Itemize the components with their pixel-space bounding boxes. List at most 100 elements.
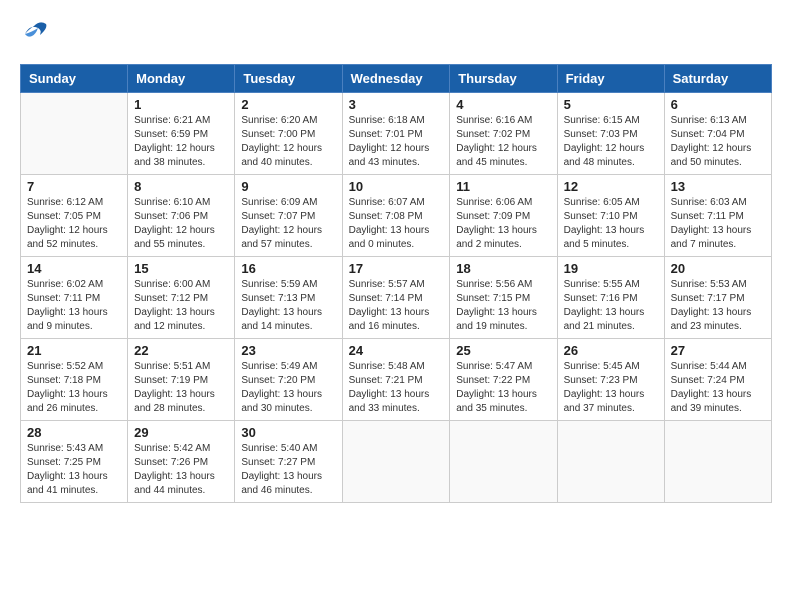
day-info: Sunrise: 5:48 AM Sunset: 7:21 PM Dayligh… bbox=[349, 360, 444, 416]
calendar-week-3: 14Sunrise: 6:02 AM Sunset: 7:11 PM Dayli… bbox=[21, 257, 772, 339]
day-number: 20 bbox=[671, 261, 765, 276]
calendar-day: 24 Sunrise: 5:48 AM Sunset: 7:21 PM Dayli… bbox=[342, 339, 450, 421]
calendar-day: 23Sunrise: 5:49 AM Sunset: 7:20 PM Dayli… bbox=[235, 339, 342, 421]
day-info: Sunrise: 6:09 AM Sunset: 7:07 PM Dayligh… bbox=[241, 196, 335, 252]
day-info: Sunrise: 5:56 AM Sunset: 7:15 PM Dayligh… bbox=[456, 278, 550, 334]
calendar-day: 18 Sunrise: 5:56 AM Sunset: 7:15 PM Dayli… bbox=[450, 257, 557, 339]
day-info: Sunrise: 6:21 AM Sunset: 6:59 PM Dayligh… bbox=[134, 114, 228, 170]
day-info: Sunrise: 5:55 AM Sunset: 7:16 PM Dayligh… bbox=[564, 278, 658, 334]
day-info: Sunrise: 5:49 AM Sunset: 7:20 PM Dayligh… bbox=[241, 360, 335, 416]
calendar-week-2: 7 Sunrise: 6:12 AM Sunset: 7:05 PM Daylig… bbox=[21, 175, 772, 257]
day-info: Sunrise: 5:57 AM Sunset: 7:14 PM Dayligh… bbox=[349, 278, 444, 334]
calendar-day: 10 Sunrise: 6:07 AM Sunset: 7:08 PM Dayli… bbox=[342, 175, 450, 257]
calendar-day: 27 Sunrise: 5:44 AM Sunset: 7:24 PM Dayli… bbox=[664, 339, 771, 421]
day-info: Sunrise: 6:15 AM Sunset: 7:03 PM Dayligh… bbox=[564, 114, 658, 170]
column-header-friday: Friday bbox=[557, 65, 664, 93]
day-info: Sunrise: 5:52 AM Sunset: 7:18 PM Dayligh… bbox=[27, 360, 121, 416]
logo-icon bbox=[20, 20, 50, 48]
calendar-day: 17 Sunrise: 5:57 AM Sunset: 7:14 PM Dayli… bbox=[342, 257, 450, 339]
calendar-day: 5 Sunrise: 6:15 AM Sunset: 7:03 PM Daylig… bbox=[557, 93, 664, 175]
day-info: Sunrise: 5:44 AM Sunset: 7:24 PM Dayligh… bbox=[671, 360, 765, 416]
day-number: 11 bbox=[456, 179, 550, 194]
calendar-day bbox=[557, 421, 664, 503]
day-number: 17 bbox=[349, 261, 444, 276]
day-info: Sunrise: 6:10 AM Sunset: 7:06 PM Dayligh… bbox=[134, 196, 228, 252]
logo bbox=[20, 20, 54, 48]
day-number: 28 bbox=[27, 425, 121, 440]
column-header-tuesday: Tuesday bbox=[235, 65, 342, 93]
calendar-day: 15 Sunrise: 6:00 AM Sunset: 7:12 PM Dayli… bbox=[128, 257, 235, 339]
day-number: 5 bbox=[564, 97, 658, 112]
calendar-day: 8 Sunrise: 6:10 AM Sunset: 7:06 PM Daylig… bbox=[128, 175, 235, 257]
calendar-day: 19Sunrise: 5:55 AM Sunset: 7:16 PM Dayli… bbox=[557, 257, 664, 339]
day-info: Sunrise: 5:51 AM Sunset: 7:19 PM Dayligh… bbox=[134, 360, 228, 416]
day-number: 24 bbox=[349, 343, 444, 358]
calendar-day: 4 Sunrise: 6:16 AM Sunset: 7:02 PM Daylig… bbox=[450, 93, 557, 175]
day-info: Sunrise: 6:02 AM Sunset: 7:11 PM Dayligh… bbox=[27, 278, 121, 334]
day-info: Sunrise: 6:03 AM Sunset: 7:11 PM Dayligh… bbox=[671, 196, 765, 252]
calendar-day: 21 Sunrise: 5:52 AM Sunset: 7:18 PM Dayli… bbox=[21, 339, 128, 421]
day-info: Sunrise: 5:43 AM Sunset: 7:25 PM Dayligh… bbox=[27, 442, 121, 498]
day-number: 22 bbox=[134, 343, 228, 358]
calendar-day bbox=[342, 421, 450, 503]
column-header-sunday: Sunday bbox=[21, 65, 128, 93]
day-number: 10 bbox=[349, 179, 444, 194]
day-number: 1 bbox=[134, 97, 228, 112]
day-info: Sunrise: 5:59 AM Sunset: 7:13 PM Dayligh… bbox=[241, 278, 335, 334]
calendar-day: 7 Sunrise: 6:12 AM Sunset: 7:05 PM Daylig… bbox=[21, 175, 128, 257]
calendar-day: 11 Sunrise: 6:06 AM Sunset: 7:09 PM Dayli… bbox=[450, 175, 557, 257]
day-number: 6 bbox=[671, 97, 765, 112]
calendar-day bbox=[664, 421, 771, 503]
calendar-day: 14Sunrise: 6:02 AM Sunset: 7:11 PM Dayli… bbox=[21, 257, 128, 339]
calendar-day bbox=[450, 421, 557, 503]
calendar-week-5: 28 Sunrise: 5:43 AM Sunset: 7:25 PM Dayli… bbox=[21, 421, 772, 503]
day-number: 4 bbox=[456, 97, 550, 112]
calendar-day: 9Sunrise: 6:09 AM Sunset: 7:07 PM Daylig… bbox=[235, 175, 342, 257]
calendar-day: 28 Sunrise: 5:43 AM Sunset: 7:25 PM Dayli… bbox=[21, 421, 128, 503]
day-info: Sunrise: 5:53 AM Sunset: 7:17 PM Dayligh… bbox=[671, 278, 765, 334]
calendar-day: 26Sunrise: 5:45 AM Sunset: 7:23 PM Dayli… bbox=[557, 339, 664, 421]
day-number: 13 bbox=[671, 179, 765, 194]
calendar-day: 16 Sunrise: 5:59 AM Sunset: 7:13 PM Dayli… bbox=[235, 257, 342, 339]
column-header-thursday: Thursday bbox=[450, 65, 557, 93]
day-info: Sunrise: 6:12 AM Sunset: 7:05 PM Dayligh… bbox=[27, 196, 121, 252]
day-info: Sunrise: 6:06 AM Sunset: 7:09 PM Dayligh… bbox=[456, 196, 550, 252]
calendar-day: 1 Sunrise: 6:21 AM Sunset: 6:59 PM Daylig… bbox=[128, 93, 235, 175]
day-info: Sunrise: 6:18 AM Sunset: 7:01 PM Dayligh… bbox=[349, 114, 444, 170]
calendar-week-4: 21 Sunrise: 5:52 AM Sunset: 7:18 PM Dayli… bbox=[21, 339, 772, 421]
calendar-day: 30 Sunrise: 5:40 AM Sunset: 7:27 PM Dayli… bbox=[235, 421, 342, 503]
column-header-wednesday: Wednesday bbox=[342, 65, 450, 93]
calendar-header-row: SundayMondayTuesdayWednesdayThursdayFrid… bbox=[21, 65, 772, 93]
day-number: 18 bbox=[456, 261, 550, 276]
day-info: Sunrise: 6:05 AM Sunset: 7:10 PM Dayligh… bbox=[564, 196, 658, 252]
day-number: 29 bbox=[134, 425, 228, 440]
day-number: 8 bbox=[134, 179, 228, 194]
calendar-day: 13 Sunrise: 6:03 AM Sunset: 7:11 PM Dayli… bbox=[664, 175, 771, 257]
calendar-day: 12Sunrise: 6:05 AM Sunset: 7:10 PM Dayli… bbox=[557, 175, 664, 257]
page-header bbox=[20, 20, 772, 48]
calendar-day: 25 Sunrise: 5:47 AM Sunset: 7:22 PM Dayli… bbox=[450, 339, 557, 421]
day-info: Sunrise: 5:47 AM Sunset: 7:22 PM Dayligh… bbox=[456, 360, 550, 416]
day-number: 30 bbox=[241, 425, 335, 440]
day-number: 25 bbox=[456, 343, 550, 358]
day-number: 7 bbox=[27, 179, 121, 194]
calendar-day: 22 Sunrise: 5:51 AM Sunset: 7:19 PM Dayli… bbox=[128, 339, 235, 421]
day-number: 3 bbox=[349, 97, 444, 112]
day-info: Sunrise: 6:07 AM Sunset: 7:08 PM Dayligh… bbox=[349, 196, 444, 252]
calendar-day bbox=[21, 93, 128, 175]
calendar-day: 3 Sunrise: 6:18 AM Sunset: 7:01 PM Daylig… bbox=[342, 93, 450, 175]
day-info: Sunrise: 6:00 AM Sunset: 7:12 PM Dayligh… bbox=[134, 278, 228, 334]
day-info: Sunrise: 6:13 AM Sunset: 7:04 PM Dayligh… bbox=[671, 114, 765, 170]
calendar-table: SundayMondayTuesdayWednesdayThursdayFrid… bbox=[20, 64, 772, 503]
day-info: Sunrise: 5:40 AM Sunset: 7:27 PM Dayligh… bbox=[241, 442, 335, 498]
calendar-day: 20 Sunrise: 5:53 AM Sunset: 7:17 PM Dayli… bbox=[664, 257, 771, 339]
column-header-monday: Monday bbox=[128, 65, 235, 93]
day-number: 21 bbox=[27, 343, 121, 358]
day-number: 27 bbox=[671, 343, 765, 358]
day-info: Sunrise: 6:20 AM Sunset: 7:00 PM Dayligh… bbox=[241, 114, 335, 170]
day-number: 15 bbox=[134, 261, 228, 276]
calendar-day: 6 Sunrise: 6:13 AM Sunset: 7:04 PM Daylig… bbox=[664, 93, 771, 175]
calendar-week-1: 1 Sunrise: 6:21 AM Sunset: 6:59 PM Daylig… bbox=[21, 93, 772, 175]
day-info: Sunrise: 6:16 AM Sunset: 7:02 PM Dayligh… bbox=[456, 114, 550, 170]
day-number: 16 bbox=[241, 261, 335, 276]
